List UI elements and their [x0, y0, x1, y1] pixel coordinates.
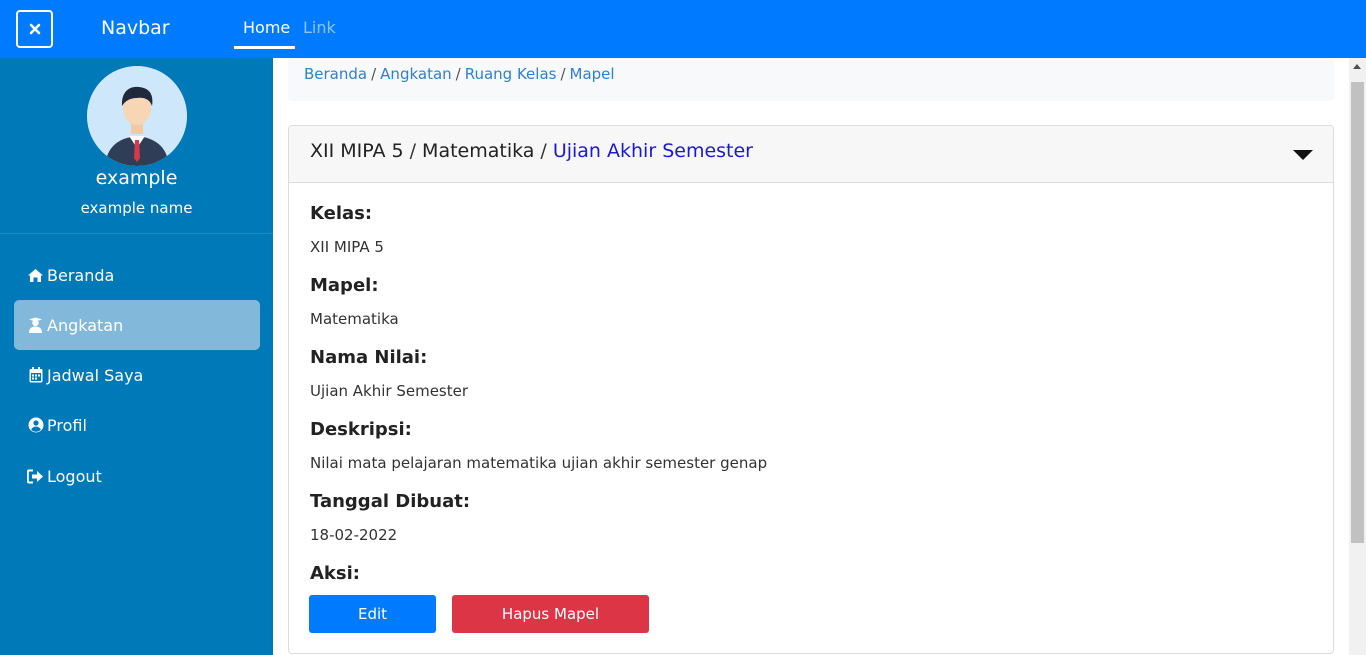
breadcrumb-separator: /	[371, 65, 377, 83]
card-header[interactable]: XII MIPA 5/Matematika / Ujian Akhir Semest…	[289, 126, 1333, 183]
field-value-nama-nilai: Ujian Akhir Semester	[310, 382, 469, 400]
breadcrumb-separator: /	[560, 65, 566, 83]
home-icon	[27, 267, 44, 284]
sidebar-item-jadwal-saya[interactable]: Jadwal Saya	[14, 350, 260, 400]
delete-mapel-button[interactable]: Hapus Mapel	[452, 595, 649, 633]
caret-down-icon[interactable]	[1293, 150, 1313, 160]
avatar	[87, 66, 187, 166]
sign-out-icon	[27, 468, 44, 485]
profile-full-name: example name	[80, 199, 193, 217]
field-value-tanggal-dibuat: 18-02-2022	[310, 526, 398, 544]
active-nav-indicator	[234, 46, 295, 49]
breadcrumb-link-mapel[interactable]: Mapel	[570, 65, 615, 83]
breadcrumb-separator: /	[455, 65, 461, 83]
field-label-kelas: Kelas:	[310, 203, 373, 224]
header-separator: /	[409, 140, 417, 162]
sidebar-item-profil[interactable]: Profil	[14, 400, 260, 450]
header-class: XII MIPA 5	[310, 140, 404, 162]
detail-card: XII MIPA 5/Matematika / Ujian Akhir Semest…	[288, 125, 1334, 654]
breadcrumb-link-angkatan[interactable]: Angkatan	[380, 65, 451, 83]
sidebar-item-label: Beranda	[47, 265, 115, 285]
field-value-deskripsi: Nilai mata pelajaran matematika ujian ak…	[310, 454, 768, 472]
scrollbar-thumb[interactable]	[1351, 82, 1364, 543]
page-scrollbar[interactable]	[1349, 58, 1366, 655]
sidebar-item-logout[interactable]: Logout	[14, 451, 260, 501]
field-label-deskripsi: Deskripsi:	[310, 419, 412, 440]
breadcrumb: Beranda / Angkatan / Ruang Kelas / Mapel	[288, 58, 1334, 101]
user-graduate-icon	[27, 317, 44, 334]
edit-button[interactable]: Edit	[309, 595, 436, 633]
field-value-kelas: XII MIPA 5	[310, 238, 384, 256]
sidebar-item-angkatan[interactable]: Angkatan	[14, 300, 260, 350]
header-subject: Matematika	[422, 140, 535, 162]
sidebar-item-label: Angkatan	[47, 315, 124, 335]
user-circle-icon	[27, 417, 44, 434]
field-label-aksi: Aksi:	[310, 563, 360, 584]
calendar-icon	[27, 367, 44, 384]
profile-username: example	[95, 167, 178, 189]
sidebar-item-label: Logout	[47, 466, 102, 486]
field-label-mapel: Mapel:	[310, 275, 379, 296]
close-icon	[29, 20, 41, 39]
navbar-brand[interactable]: Navbar	[101, 16, 170, 40]
field-value-mapel: Matematika	[310, 310, 399, 328]
sidebar-item-label: Profil	[47, 415, 87, 435]
nav-link-link[interactable]: Link	[303, 18, 336, 38]
breadcrumb-link-ruang-kelas[interactable]: Ruang Kelas	[465, 65, 557, 83]
header-separator: /	[540, 140, 547, 162]
sidebar-item-label: Jadwal Saya	[47, 365, 144, 385]
sidebar-toggle-button[interactable]	[16, 10, 53, 48]
breadcrumb-link-beranda[interactable]: Beranda	[304, 65, 367, 83]
sidebar: example example name Beranda Angkatan Ja…	[0, 58, 273, 655]
field-label-nama-nilai: Nama Nilai:	[310, 347, 428, 368]
field-label-tanggal-dibuat: Tanggal Dibuat:	[310, 491, 471, 512]
header-exam-name: Ujian Akhir Semester	[552, 140, 753, 162]
nav-link-home[interactable]: Home	[243, 18, 290, 38]
top-navbar: Navbar Home Link	[0, 0, 1366, 58]
sidebar-divider	[0, 233, 273, 234]
sidebar-item-beranda[interactable]: Beranda	[14, 250, 260, 300]
scroll-up-arrow-icon[interactable]	[1353, 64, 1361, 69]
